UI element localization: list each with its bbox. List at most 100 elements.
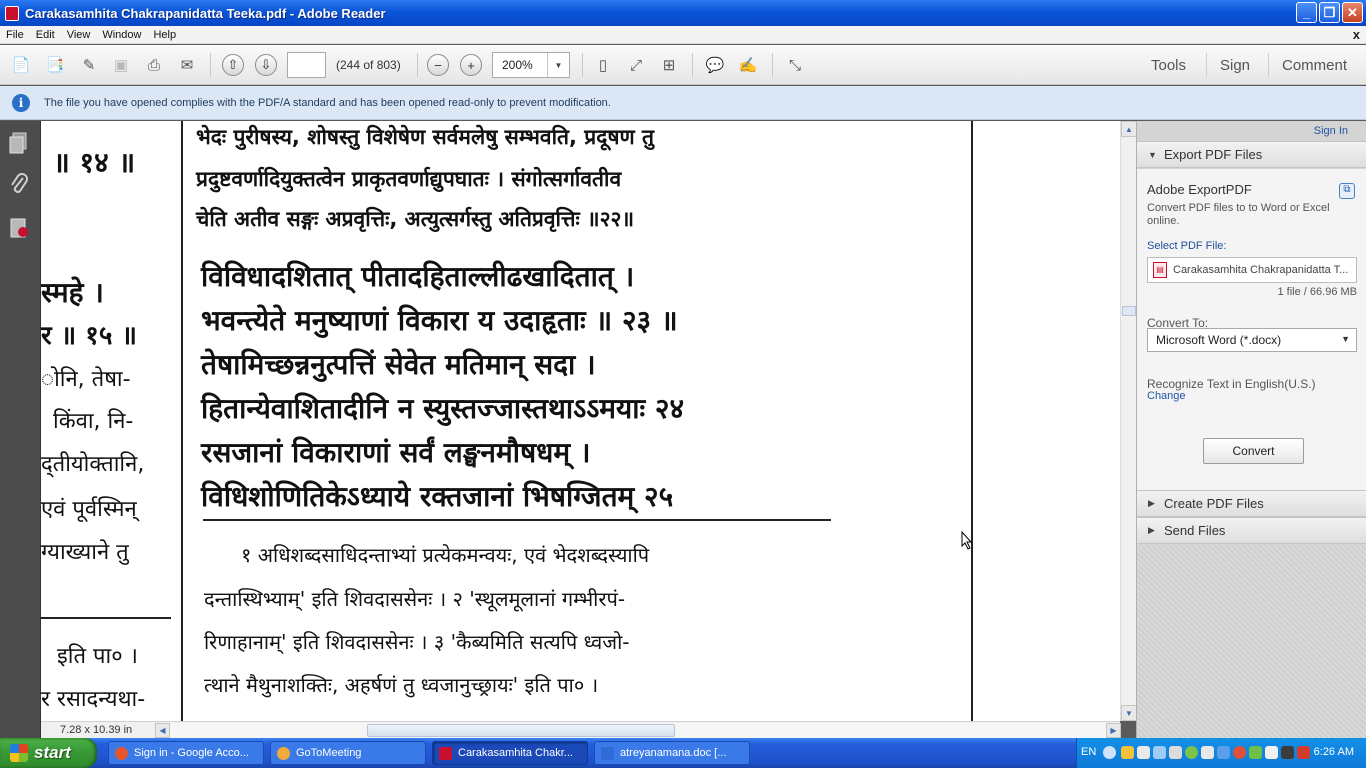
selected-file-name: Carakasamhita Chakrapanidatta T... — [1173, 264, 1349, 276]
window-controls: _ ❐ ✕ — [1296, 2, 1363, 23]
tray-app-icon[interactable] — [1137, 746, 1150, 759]
email-icon[interactable]: ✉ — [176, 54, 198, 76]
gotomeeting-icon — [277, 746, 290, 760]
page-thumbnails-icon[interactable] — [8, 131, 30, 155]
tray-app-icon[interactable] — [1297, 746, 1310, 759]
select-file-label: Select PDF File: — [1147, 240, 1227, 252]
restore-button[interactable]: ❐ — [1319, 2, 1340, 23]
attachments-icon[interactable] — [8, 173, 30, 197]
info-bar: i The file you have opened complies with… — [0, 86, 1366, 120]
convert-button[interactable]: Convert — [1203, 438, 1304, 464]
language-indicator[interactable]: EN — [1081, 746, 1096, 758]
verse-line: भवन्त्येते मनुष्याणां विकारा य उदाहृताः … — [201, 304, 678, 337]
commentary-line: चेति अतीव सङ्गः अप्रवृत्तिः, अत्युत्सर्ग… — [196, 207, 635, 231]
left-column-text: स्महे । — [41, 276, 104, 309]
previous-page-icon[interactable]: ⇧ — [222, 54, 244, 76]
menu-window[interactable]: Window — [96, 29, 147, 41]
convert-format-select[interactable]: Microsoft Word (*.docx) ▼ — [1147, 328, 1357, 352]
next-page-icon[interactable]: ⇩ — [255, 54, 277, 76]
task-label: Carakasamhita Chakr... — [458, 747, 573, 759]
taskbar-item-gotomeeting[interactable]: GoToMeeting — [270, 741, 426, 765]
left-column-text: द्तीयोक्तानि, — [41, 452, 145, 477]
sign-in-link[interactable]: Sign In — [1314, 125, 1348, 137]
toolbar-separator — [772, 53, 773, 77]
print-icon[interactable]: ⎙ — [143, 54, 165, 76]
sign-link[interactable]: Sign — [1220, 57, 1250, 74]
word-document-icon — [601, 746, 614, 760]
volume-icon[interactable] — [1265, 746, 1278, 759]
tray-app-icon[interactable] — [1121, 746, 1134, 759]
info-icon: i — [12, 93, 30, 112]
tray-expand-icon[interactable] — [1103, 746, 1116, 759]
menu-help[interactable]: Help — [147, 29, 182, 41]
network-icon[interactable] — [1217, 746, 1230, 759]
export-pdf-header[interactable]: ▼ Export PDF Files — [1137, 141, 1366, 168]
menu-view[interactable]: View — [61, 29, 97, 41]
minimize-button[interactable]: _ — [1296, 2, 1317, 23]
footnote-line: त्थाने मैथुनाशक्तिः, अहर्षणं तु ध्वजानुच… — [204, 673, 599, 697]
comment-icon[interactable]: 💬 — [704, 54, 726, 76]
zoom-value: 200% — [502, 58, 533, 72]
tray-app-icon[interactable] — [1153, 746, 1166, 759]
tray-app-icon[interactable] — [1169, 746, 1182, 759]
horizontal-scrollbar[interactable]: ◀ ▶ — [155, 723, 1121, 738]
tools-link[interactable]: Tools — [1151, 57, 1186, 74]
send-files-label: Send Files — [1164, 523, 1226, 538]
tools-pane: Sign In ▼ Export PDF Files Adobe ExportP… — [1136, 121, 1366, 738]
edit-icon[interactable]: ✎ — [78, 54, 100, 76]
taskbar-item-word[interactable]: atreyanamana.doc [... — [594, 741, 750, 765]
export-pdf-panel: Adobe ExportPDF ⧉ Convert PDF files to t… — [1137, 169, 1366, 502]
start-button[interactable]: start — [0, 738, 97, 768]
scroll-right-icon[interactable]: ▶ — [1106, 723, 1121, 738]
open-icon[interactable]: 📑 — [44, 54, 66, 76]
comment-link[interactable]: Comment — [1282, 57, 1347, 74]
taskbar-item-adobe-reader[interactable]: Carakasamhita Chakr... — [432, 741, 588, 765]
zoom-select[interactable]: 200% ▼ — [492, 52, 570, 78]
fullscreen-icon[interactable]: ⤡ — [784, 54, 806, 76]
document-view[interactable]: ॥ १४ ॥ स्महे । र ॥ १५ ॥ ोनि, तेषा- किंवा… — [41, 121, 1120, 721]
signatures-icon[interactable] — [8, 216, 30, 240]
fit-width-icon[interactable]: ⤢ — [625, 54, 647, 76]
tray-app-icon[interactable] — [1281, 746, 1294, 759]
create-pdf-header[interactable]: ▶ Create PDF Files — [1137, 490, 1366, 517]
scroll-left-icon[interactable]: ◀ — [155, 723, 170, 738]
task-label: atreyanamana.doc [... — [620, 747, 727, 759]
scroll-up-icon[interactable]: ▲ — [1121, 121, 1137, 137]
tray-app-icon[interactable] — [1233, 746, 1246, 759]
save-icon[interactable]: ▣ — [110, 54, 132, 76]
title-bar: Carakasamhita Chakrapanidatta Teeka.pdf … — [0, 0, 1366, 26]
two-page-icon[interactable]: ⊞ — [658, 54, 680, 76]
left-column-text: ग्याख्याने तु — [41, 540, 129, 565]
footnote-line: रिणाहानाम्' इति शिवदाससेनः । ३ 'कैब्यमित… — [204, 630, 630, 654]
commentary-line: प्रदुष्टवर्णादियुक्तत्वेन प्राकृतवर्णाद्… — [196, 167, 622, 191]
fit-page-icon[interactable]: ▯ — [592, 54, 614, 76]
menu-file[interactable]: File — [0, 29, 30, 41]
commentary-line: भेदः पुरीषस्य, शोषस्तु विशेषेण सर्वमलेषु… — [196, 125, 654, 149]
send-files-header[interactable]: ▶ Send Files — [1137, 517, 1366, 544]
close-button[interactable]: ✕ — [1342, 2, 1363, 23]
zoom-out-icon[interactable]: − — [427, 54, 449, 76]
verse-line: तेषामिच्छन्ननुत्पत्तिं सेवेत मतिमान् सदा… — [201, 348, 596, 381]
task-label: GoToMeeting — [296, 747, 362, 759]
vertical-scrollbar[interactable]: ▲ ▼ — [1120, 121, 1137, 721]
scroll-thumb[interactable] — [1122, 306, 1136, 316]
left-column-text: इति पा० । — [57, 644, 138, 669]
page-number-input[interactable] — [287, 52, 326, 78]
tray-app-icon[interactable] — [1249, 746, 1262, 759]
export-info-icon[interactable]: ⧉ — [1339, 183, 1355, 199]
window-title: Carakasamhita Chakrapanidatta Teeka.pdf … — [25, 5, 386, 21]
status-bar: 7.28 x 10.39 in ◀ ▶ — [41, 721, 1121, 738]
tray-app-icon[interactable] — [1185, 746, 1198, 759]
chevron-down-icon[interactable]: ▼ — [547, 53, 569, 77]
change-language-link[interactable]: Change — [1147, 390, 1186, 402]
taskbar-item-chrome[interactable]: Sign in - Google Acco... — [108, 741, 264, 765]
menu-edit[interactable]: Edit — [30, 29, 61, 41]
create-pdf-icon[interactable]: 📄 — [10, 54, 32, 76]
document-close-button[interactable]: x — [1353, 27, 1360, 42]
scroll-thumb[interactable] — [367, 724, 675, 737]
tray-app-icon[interactable] — [1201, 746, 1214, 759]
scroll-down-icon[interactable]: ▼ — [1121, 705, 1137, 721]
highlight-icon[interactable]: ✍ — [737, 54, 759, 76]
zoom-in-icon[interactable]: + — [460, 54, 482, 76]
selected-file[interactable]: ▤ Carakasamhita Chakrapanidatta T... — [1147, 257, 1357, 283]
